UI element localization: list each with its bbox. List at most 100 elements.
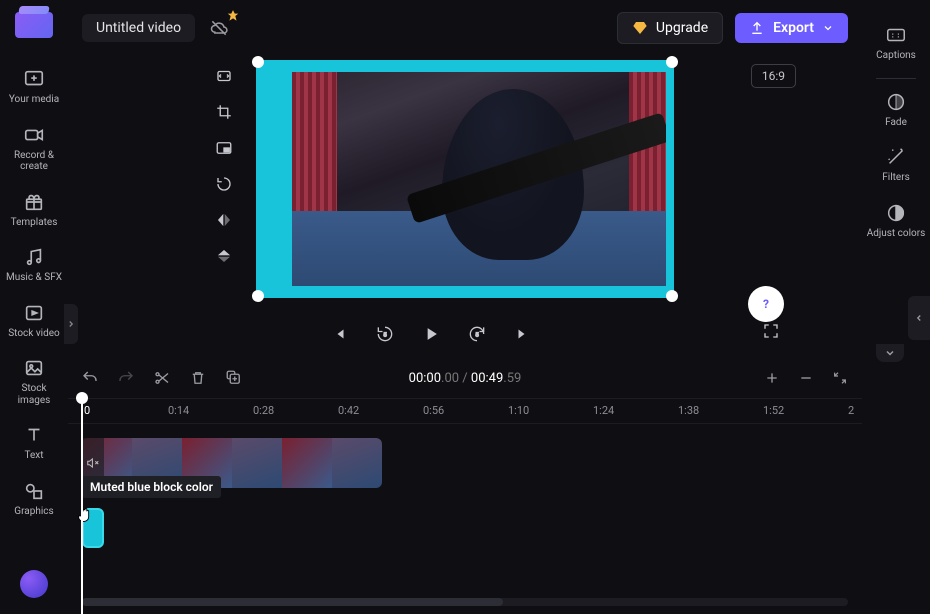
timecode: 00:00.00 / 00:49.59 (68, 371, 862, 386)
fade-icon (885, 91, 907, 113)
timeline-scrollbar[interactable] (82, 598, 848, 606)
nav-label: Stock video (8, 328, 60, 340)
svg-text:5: 5 (383, 333, 387, 339)
nav-music-sfx[interactable]: Music & SFX (4, 238, 64, 294)
right-panel-expand[interactable] (908, 296, 930, 340)
scrollbar-thumb[interactable] (82, 598, 503, 606)
zoom-out-button[interactable] (796, 368, 816, 388)
timeline-region: 00:00.00 / 00:49.59 0 0:14 0:28 0:42 0:5… (68, 358, 862, 614)
nav-label: Music & SFX (6, 272, 62, 284)
preview-canvas[interactable] (256, 60, 674, 298)
fullscreen-button[interactable] (758, 318, 784, 344)
nav-templates[interactable]: Templates (4, 183, 64, 239)
right-captions[interactable]: Captions (866, 16, 926, 72)
forward-5-button[interactable]: 5 (464, 321, 490, 347)
ruler-tick: 1:24 (593, 404, 614, 417)
flip-v-button[interactable] (212, 244, 236, 268)
right-adjust-colors[interactable]: Adjust colors (866, 194, 926, 250)
shapes-icon (23, 480, 45, 502)
fit-button[interactable] (212, 64, 236, 88)
nav-label: Stock images (4, 383, 64, 406)
project-title[interactable]: Untitled video (82, 14, 195, 42)
app-logo[interactable] (15, 12, 53, 38)
captions-icon (885, 24, 907, 46)
timeline-tracks[interactable]: Muted blue block color (68, 424, 862, 580)
right-filters[interactable]: Filters (866, 138, 926, 194)
export-label: Export (773, 20, 814, 36)
flip-h-button[interactable] (212, 208, 236, 232)
preview-frame (292, 72, 666, 286)
flip-v-icon (215, 247, 233, 265)
skip-forward-icon (514, 325, 532, 343)
premium-badge-icon (226, 8, 240, 27)
rewind-icon: 5 (375, 324, 395, 344)
plus-box-icon (23, 68, 45, 90)
resize-handle-tl[interactable] (252, 56, 264, 68)
upgrade-label: Upgrade (656, 20, 708, 36)
play-button[interactable] (418, 321, 444, 347)
nav-label: Graphics (14, 506, 53, 518)
nav-label: Templates (11, 217, 58, 229)
rewind-5-button[interactable]: 5 (372, 321, 398, 347)
top-bar: Untitled video Upgrade Export (68, 0, 862, 56)
nav-text[interactable]: Text (4, 416, 64, 472)
image-icon (23, 357, 45, 379)
playback-controls: 5 5 (68, 314, 794, 354)
chevron-right-icon (66, 319, 76, 329)
chevron-down-icon (822, 22, 834, 34)
chevron-left-icon (914, 313, 924, 323)
forward-icon: 5 (467, 324, 487, 344)
play-icon (421, 324, 441, 344)
skip-end-button[interactable] (510, 321, 536, 347)
rotate-button[interactable] (212, 172, 236, 196)
ruler-tick: 0:14 (168, 404, 189, 417)
fit-timeline-button[interactable] (830, 368, 850, 388)
right-panel-more[interactable] (876, 344, 904, 362)
nav-your-media[interactable]: Your media (4, 60, 64, 116)
timeline-toolbar: 00:00.00 / 00:49.59 (68, 358, 862, 398)
panel-expand-tab[interactable] (64, 304, 78, 344)
ruler-tick: 1:38 (678, 404, 699, 417)
half-circle-icon (885, 202, 907, 224)
right-label: Adjust colors (867, 228, 926, 240)
resize-handle-br[interactable] (666, 290, 678, 302)
crop-button[interactable] (212, 100, 236, 124)
right-label: Filters (882, 172, 910, 184)
svg-text:5: 5 (475, 333, 479, 339)
pip-button[interactable] (212, 136, 236, 160)
chevron-down-icon (884, 347, 896, 359)
collapse-icon (832, 370, 848, 386)
pip-icon (215, 139, 233, 157)
ruler-tick: 1:52 (763, 404, 784, 417)
fit-icon (215, 67, 233, 85)
timeline-ruler[interactable]: 0 0:14 0:28 0:42 0:56 1:10 1:24 1:38 1:5… (68, 398, 862, 424)
aspect-ratio-button[interactable]: 16:9 (751, 64, 796, 88)
playhead[interactable] (81, 398, 83, 614)
left-sidebar: Your media Record & create Templates Mus… (0, 0, 68, 614)
nav-record-create[interactable]: Record & create (4, 116, 64, 183)
right-fade[interactable]: Fade (866, 83, 926, 139)
skip-start-button[interactable] (326, 321, 352, 347)
right-label: Captions (876, 50, 916, 62)
nav-stock-images[interactable]: Stock images (4, 349, 64, 416)
zoom-in-button[interactable] (762, 368, 782, 388)
grab-cursor-icon (74, 504, 96, 526)
wand-icon (885, 146, 907, 168)
gift-icon (23, 191, 45, 213)
text-icon (23, 424, 45, 446)
export-button[interactable]: Export (735, 13, 848, 43)
user-avatar[interactable] (20, 570, 48, 598)
resize-handle-tr[interactable] (666, 56, 678, 68)
ruler-tick: 0:42 (338, 404, 359, 417)
resize-handle-bl[interactable] (252, 290, 264, 302)
nav-graphics[interactable]: Graphics (4, 472, 64, 528)
upload-icon (749, 20, 765, 36)
ruler-tick: 0:56 (423, 404, 444, 417)
upgrade-button[interactable]: Upgrade (617, 12, 723, 44)
film-icon (23, 302, 45, 324)
nav-stock-video[interactable]: Stock video (4, 294, 64, 350)
ruler-tick: 1:10 (508, 404, 529, 417)
ruler-tick: 0:28 (253, 404, 274, 417)
speaker-muted-icon (86, 456, 100, 470)
canvas-area: 16:9 ? 5 5 (68, 56, 862, 358)
